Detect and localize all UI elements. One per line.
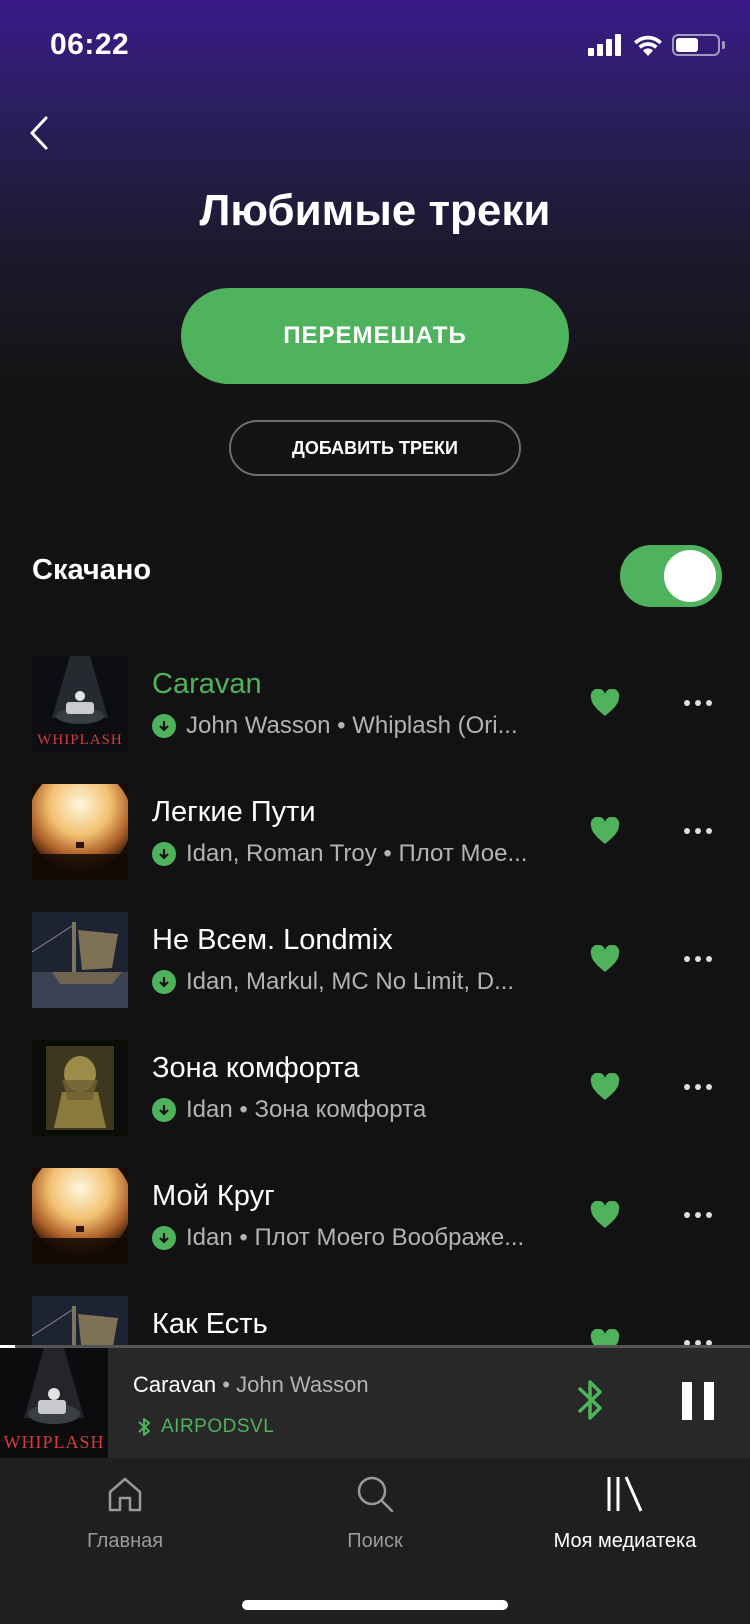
track-artist-album: Idan, Markul, MC No Limit, D... (186, 968, 515, 995)
track-artist-album: Idan • Плот Моего Воображе... (186, 1224, 525, 1251)
home-indicator (242, 1600, 508, 1610)
more-options-icon[interactable] (684, 1084, 712, 1090)
tab-home-label: Главная (86, 1530, 164, 1552)
track-row[interactable]: Легкие Пути Idan, Roman Troy • Плот Мое..… (0, 784, 750, 884)
home-icon (108, 1477, 142, 1512)
downloaded-icon (152, 714, 176, 738)
track-row[interactable]: Мой Круг Idan • Плот Моего Воображе... (0, 1168, 750, 1268)
track-subtitle: Idan • Плот Моего Воображе... (152, 1224, 562, 1252)
track-cover: WHIPLASH (32, 656, 128, 752)
search-icon (357, 1476, 394, 1513)
downloaded-icon (152, 842, 176, 866)
track-title: Мой Круг (152, 1180, 275, 1212)
now-playing-title: Caravan (133, 1372, 217, 1397)
device-name: AIRPODSVL (161, 1416, 275, 1437)
tab-library[interactable]: Моя медиатека (500, 1458, 750, 1558)
track-list: WHIPLASH Caravan John Wasson • Whiplash (O… (0, 0, 750, 1348)
track-row[interactable]: Не Всем. Londmix Idan, Markul, MC No Limi… (0, 912, 750, 1012)
track-artist-album: Idan • Зона комфорта (186, 1096, 427, 1123)
bluetooth-small-icon (138, 1418, 150, 1436)
track-subtitle: Idan • Зона комфорта (152, 1096, 562, 1124)
pause-button[interactable] (682, 1382, 714, 1420)
track-row[interactable]: WHIPLASH Caravan John Wasson • Whiplash (O… (0, 656, 750, 756)
track-cover (32, 1168, 128, 1264)
track-cover (32, 784, 128, 880)
heart-icon[interactable] (590, 689, 620, 717)
cover-title-text: WHIPLASH (37, 732, 123, 748)
tab-search[interactable]: Поиск (250, 1458, 500, 1558)
track-title: Caravan (152, 668, 262, 700)
now-playing-cover: WHIPLASH (0, 1348, 108, 1458)
now-playing-cover-text: WHIPLASH (4, 1432, 105, 1452)
now-playing-artist: John Wasson (236, 1372, 369, 1397)
track-subtitle: Idan, Roman Troy • Плот Мое... (152, 840, 562, 868)
tab-search-label: Поиск (347, 1530, 403, 1552)
bluetooth-devices-icon[interactable] (576, 1378, 604, 1422)
heart-icon[interactable] (590, 945, 620, 973)
track-artist-album: Idan, Roman Troy • Плот Мое... (186, 840, 528, 867)
heart-icon[interactable] (590, 1201, 620, 1229)
track-title: Легкие Пути (152, 796, 316, 828)
more-options-icon[interactable] (684, 828, 712, 834)
track-row[interactable]: Зона комфорта Idan • Зона комфорта (0, 1040, 750, 1140)
track-artist-album: John Wasson • Whiplash (Ori... (186, 712, 518, 739)
track-title: Как Есть (152, 1308, 268, 1340)
track-cover (32, 1296, 128, 1348)
track-title: Не Всем. Londmix (152, 924, 393, 956)
connected-device: AIRPODSVL (137, 1416, 274, 1438)
track-row[interactable]: Как Есть (0, 1296, 750, 1348)
now-playing-bar[interactable]: WHIPLASH Caravan • John Wasson AIRPODSVL (0, 1345, 750, 1458)
heart-icon[interactable] (590, 817, 620, 845)
track-subtitle: Idan, Markul, MC No Limit, D... (152, 968, 562, 996)
more-options-icon[interactable] (684, 1212, 712, 1218)
now-playing-info: Caravan • John Wasson (133, 1372, 369, 1398)
track-title: Зона комфорта (152, 1052, 360, 1084)
more-options-icon[interactable] (684, 956, 712, 962)
more-options-icon[interactable] (684, 700, 712, 706)
playback-progress-bar (0, 1345, 750, 1348)
tab-home[interactable]: Главная (0, 1458, 250, 1558)
downloaded-icon (152, 970, 176, 994)
heart-icon[interactable] (590, 1073, 620, 1101)
now-playing-separator: • (216, 1372, 237, 1397)
library-icon (607, 1476, 643, 1512)
track-cover (32, 912, 128, 1008)
track-subtitle: John Wasson • Whiplash (Ori... (152, 712, 562, 740)
track-cover (32, 1040, 128, 1136)
tab-library-label: Моя медиатека (553, 1530, 697, 1552)
downloaded-icon (152, 1098, 176, 1122)
downloaded-icon (152, 1226, 176, 1250)
